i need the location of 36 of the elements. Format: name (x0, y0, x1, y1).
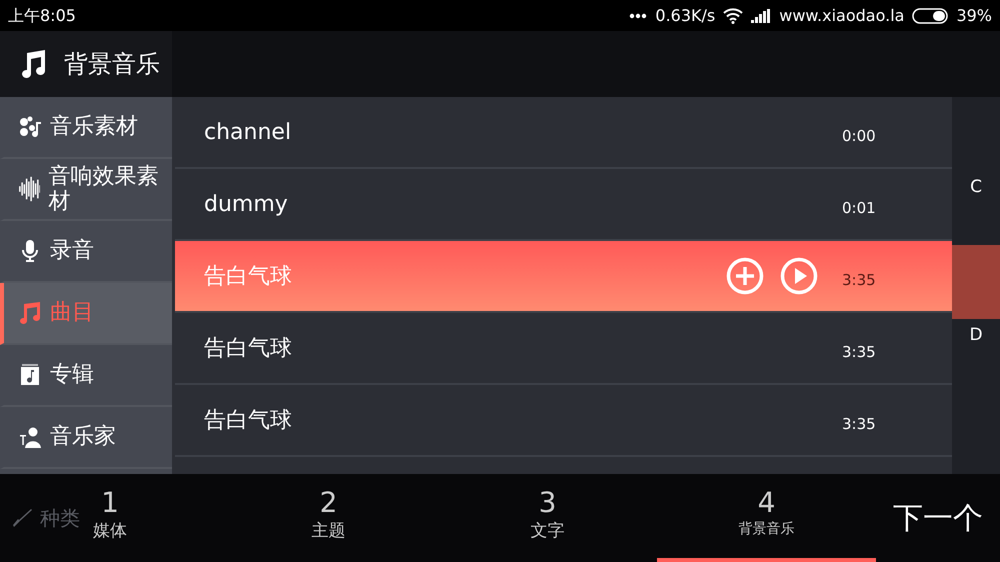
page-title: 背景音乐 (64, 49, 160, 80)
play-icon[interactable] (780, 257, 818, 295)
track-row[interactable]: channel 0:00 (175, 97, 952, 169)
carrier-text: www.xiaodao.la (779, 4, 904, 26)
clock-time: 上午8:05 (8, 4, 76, 26)
track-title: dummy (204, 190, 288, 218)
track-duration: 3:35 (842, 414, 877, 435)
signal-icon (751, 8, 772, 22)
battery-percent: 39% (956, 4, 992, 26)
track-duration: 3:35 (842, 270, 877, 291)
track-title: 告白气球 (204, 334, 292, 362)
sound-wave-icon (18, 176, 40, 202)
track-duration: 0:01 (842, 198, 877, 219)
network-speed: 0.63K/s (655, 4, 716, 26)
step-tab[interactable]: 3 文字 (438, 474, 657, 562)
track-row[interactable]: 告白气球 3:35 (175, 241, 952, 313)
track-duration: 0:00 (842, 126, 877, 147)
track-title: channel (204, 118, 292, 146)
dots-icon (18, 114, 42, 140)
track-title: 告白气球 (204, 262, 292, 290)
track-row[interactable]: 告白气球 3:35 (175, 313, 952, 385)
index-letter[interactable]: D (969, 323, 983, 393)
track-title: 告白气球 (204, 406, 292, 434)
index-letter[interactable]: C (970, 175, 982, 245)
battery-icon (912, 8, 948, 24)
wifi-icon (723, 8, 744, 24)
more-icon (629, 12, 648, 18)
add-icon[interactable] (726, 257, 764, 295)
step-tab[interactable]: 2 主题 (219, 474, 438, 562)
track-row[interactable]: 告白气球 3:35 (175, 385, 952, 457)
next-button[interactable]: 下一个 (876, 474, 1000, 562)
music-note-icon (18, 300, 42, 326)
step-tab[interactable]: 4 背景音乐 (657, 474, 876, 562)
step-tab[interactable]: 1 媒体 (84, 474, 136, 562)
album-icon (18, 362, 42, 388)
track-duration: 3:35 (842, 342, 877, 363)
